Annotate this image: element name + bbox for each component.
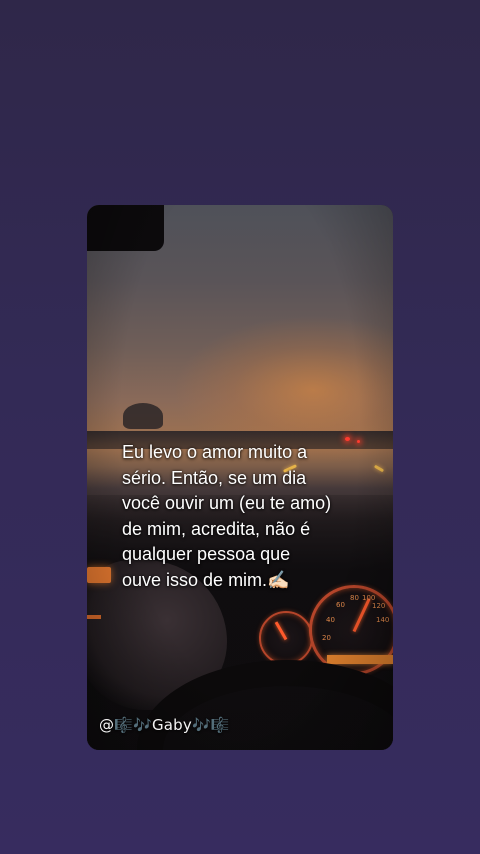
username-watermark: @🎼🎶Gaby🎶🎼 <box>99 716 230 734</box>
story-card[interactable]: 20 40 60 80 100 120 140 Eu levo o amor m… <box>87 205 393 750</box>
quote-text: Eu levo o amor muito a sério. Então, se … <box>122 442 332 590</box>
